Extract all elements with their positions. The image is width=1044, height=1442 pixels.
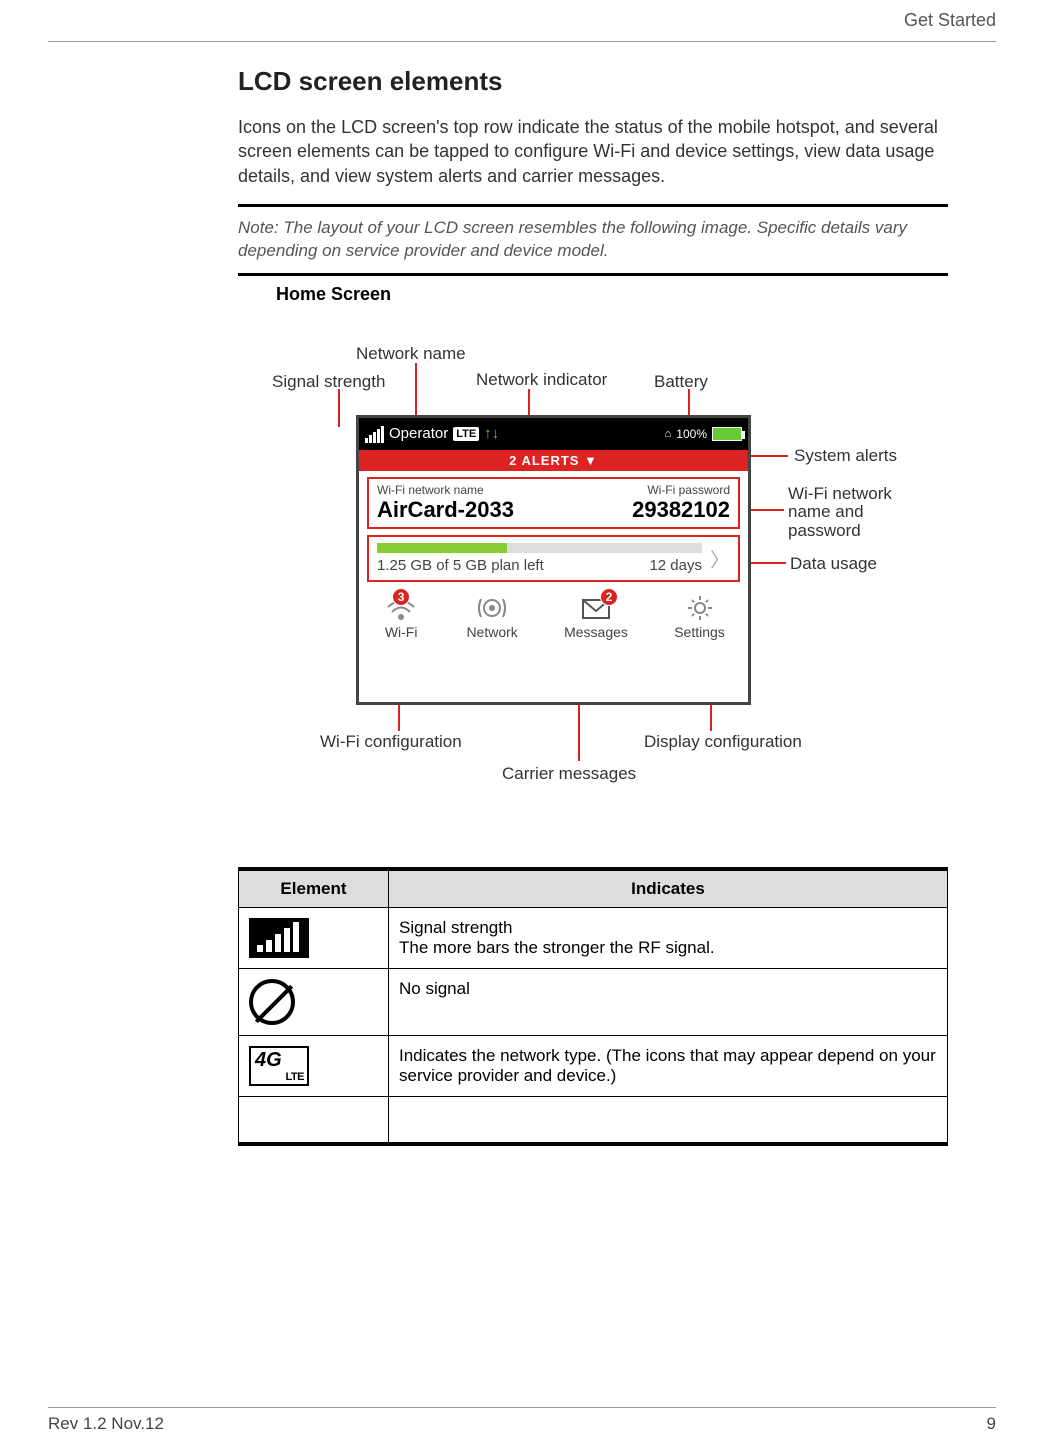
wifi-status-icon: ⌂ bbox=[665, 428, 672, 440]
data-days: 12 days bbox=[649, 557, 702, 574]
nav-messages[interactable]: 2 Messages bbox=[564, 592, 628, 640]
no-signal-icon bbox=[249, 979, 295, 1025]
table-cell bbox=[389, 1096, 948, 1144]
lcd-status-bar: Operator LTE ↑↓ ⌂ 100% bbox=[359, 418, 748, 450]
callout-display-config: Display configuration bbox=[644, 733, 802, 752]
lcd-diagram: Network name Signal strength Network ind… bbox=[238, 327, 948, 827]
callout-wifi-config: Wi-Fi configuration bbox=[320, 733, 462, 752]
data-usage-card[interactable]: 1.25 GB of 5 GB plan left 12 days 〉 bbox=[367, 535, 740, 582]
home-screen-title: Home Screen bbox=[276, 284, 948, 305]
table-cell: No signal bbox=[389, 968, 948, 1035]
callout-data-usage: Data usage bbox=[790, 555, 877, 574]
callout-network-indicator: Network indicator bbox=[476, 371, 607, 390]
nav-network[interactable]: Network bbox=[466, 592, 517, 640]
th-indicates: Indicates bbox=[389, 869, 948, 908]
chevron-right-icon: 〉 bbox=[710, 544, 730, 573]
nav-wifi[interactable]: 3 Wi-Fi bbox=[382, 592, 420, 640]
section-title: LCD screen elements bbox=[238, 66, 948, 97]
network-icon bbox=[473, 592, 511, 624]
callout-signal-strength: Signal strength bbox=[272, 373, 385, 392]
wifi-credentials-card[interactable]: Wi-Fi network name Wi-Fi password AirCar… bbox=[367, 477, 740, 529]
footer-rev: Rev 1.2 Nov.12 bbox=[48, 1414, 164, 1434]
battery-percent: 100% bbox=[676, 427, 707, 441]
callout-system-alerts: System alerts bbox=[794, 447, 897, 466]
wifi-name-value: AirCard-2033 bbox=[377, 497, 514, 523]
lcd-nav-row: 3 Wi-Fi Network 2 Messages bbox=[359, 588, 748, 640]
data-usage-bar bbox=[377, 543, 702, 553]
alerts-bar[interactable]: 2 ALERTS ▼ bbox=[359, 450, 748, 471]
callout-wifi-credentials: Wi-Fi network name and password bbox=[788, 485, 918, 541]
nav-settings[interactable]: Settings bbox=[674, 592, 725, 640]
lcd-screen: Operator LTE ↑↓ ⌂ 100% 2 ALERTS ▼ Wi-Fi … bbox=[356, 415, 751, 705]
battery-icon bbox=[712, 427, 742, 441]
table-row: Signal strength The more bars the strong… bbox=[239, 907, 948, 968]
table-row bbox=[239, 1096, 948, 1144]
header-rule bbox=[48, 41, 996, 42]
callout-network-name: Network name bbox=[356, 345, 466, 364]
callout-battery: Battery bbox=[654, 373, 708, 392]
callout-carrier-messages: Carrier messages bbox=[502, 765, 636, 784]
signal-bars-icon bbox=[365, 425, 384, 443]
operator-name: Operator bbox=[389, 425, 448, 442]
page-footer: Rev 1.2 Nov.12 9 bbox=[48, 1407, 996, 1434]
nav-settings-label: Settings bbox=[674, 624, 725, 640]
elements-table: Element Indicates Signal strength The mo… bbox=[238, 867, 948, 1147]
network-type-icon: 4GLTE bbox=[249, 1046, 309, 1086]
note-prefix: Note: bbox=[238, 218, 283, 237]
header-section: Get Started bbox=[48, 0, 996, 35]
nav-network-label: Network bbox=[466, 624, 517, 640]
messages-badge: 2 bbox=[600, 588, 618, 606]
gear-icon bbox=[681, 592, 719, 624]
footer-page: 9 bbox=[987, 1414, 996, 1434]
note-block: Note: The layout of your LCD screen rese… bbox=[238, 204, 948, 276]
wifi-name-label: Wi-Fi network name bbox=[377, 483, 484, 497]
data-remaining: 1.25 GB of 5 GB plan left bbox=[377, 557, 544, 574]
wifi-badge: 3 bbox=[392, 588, 410, 606]
th-element: Element bbox=[239, 869, 389, 908]
intro-paragraph: Icons on the LCD screen's top row indica… bbox=[238, 115, 948, 188]
wifi-pass-label: Wi-Fi password bbox=[647, 483, 730, 497]
note-text: The layout of your LCD screen resembles … bbox=[238, 218, 907, 260]
table-row: 4GLTE Indicates the network type. (The i… bbox=[239, 1035, 948, 1096]
nav-wifi-label: Wi-Fi bbox=[385, 624, 418, 640]
table-cell: Signal strength The more bars the strong… bbox=[389, 907, 948, 968]
table-row: No signal bbox=[239, 968, 948, 1035]
lte-badge-icon: LTE bbox=[453, 427, 479, 441]
wifi-pass-value: 29382102 bbox=[632, 497, 730, 523]
data-arrows-icon: ↑↓ bbox=[484, 425, 499, 442]
signal-strength-icon bbox=[249, 918, 309, 958]
nav-messages-label: Messages bbox=[564, 624, 628, 640]
table-cell: Indicates the network type. (The icons t… bbox=[389, 1035, 948, 1096]
